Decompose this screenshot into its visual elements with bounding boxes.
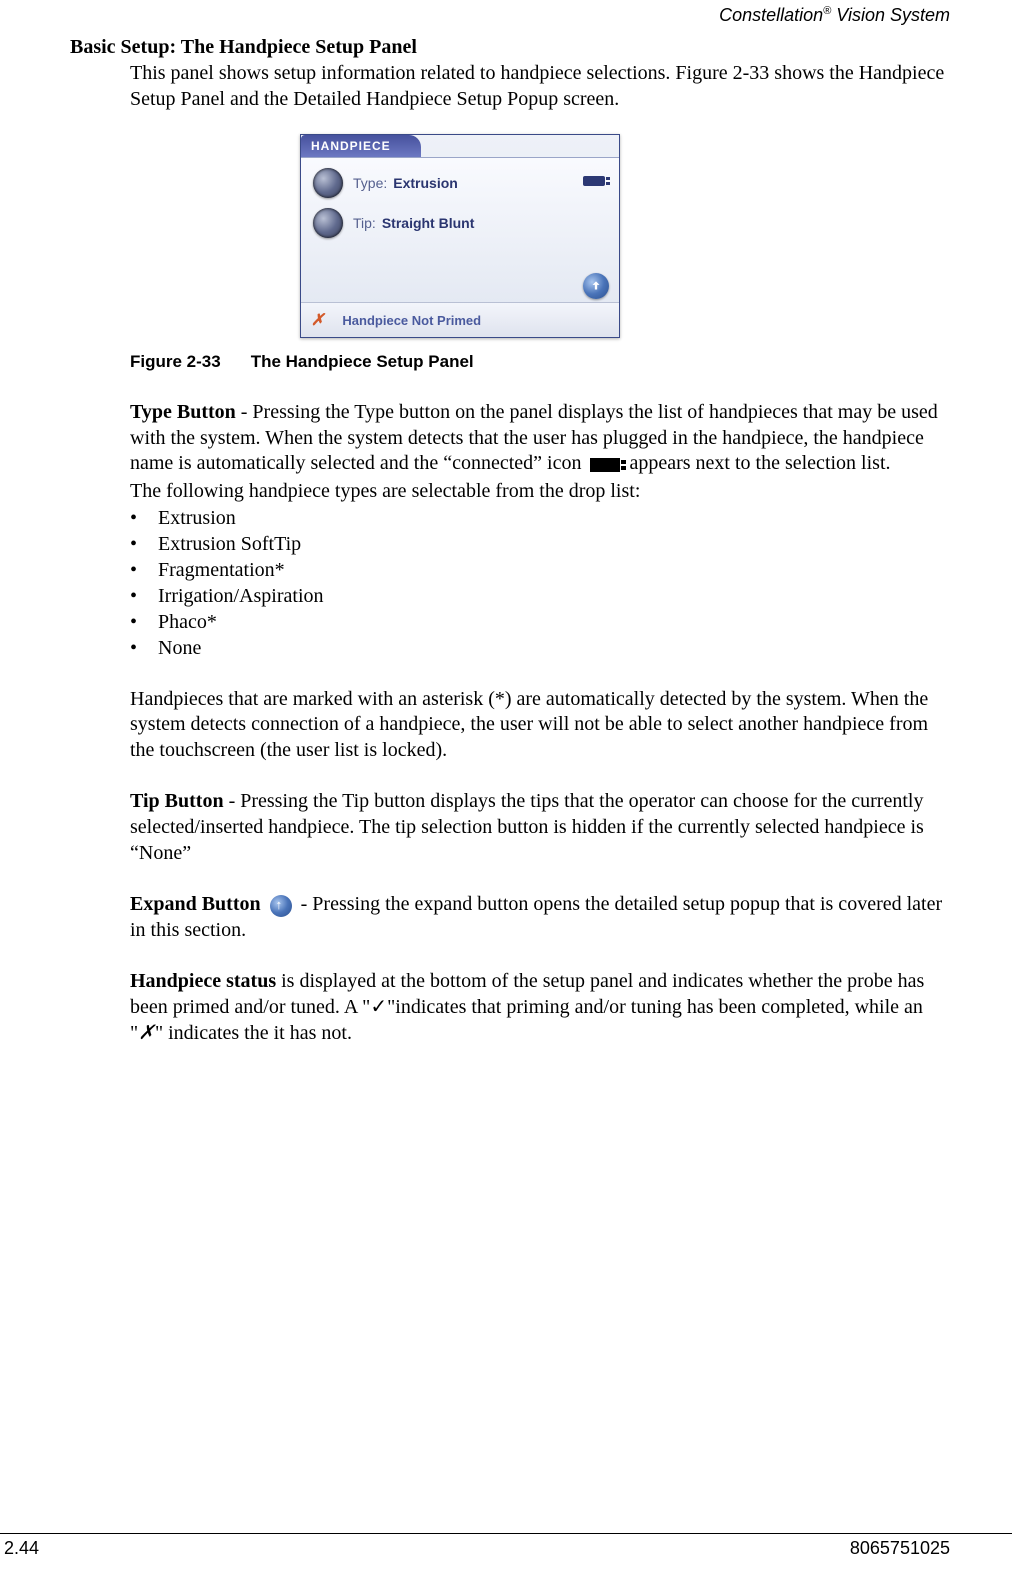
list-item: Extrusion SoftTip xyxy=(130,531,950,557)
page-number: 2.44 xyxy=(4,1538,39,1559)
list-item: Irrigation/Aspiration xyxy=(130,583,950,609)
type-button-lead: Type Button xyxy=(130,401,236,423)
handpiece-panel: HANDPIECE Type: Extrusion Tip: Straight … xyxy=(300,134,620,338)
type-value[interactable]: Extrusion xyxy=(393,175,458,191)
expand-button-paragraph: Expand Button - Pressing the expand butt… xyxy=(130,892,950,943)
status-bar: ✗ Handpiece Not Primed xyxy=(301,302,619,337)
type-button-text-b: appears next to the selection list. xyxy=(624,452,890,474)
list-item: Phaco* xyxy=(130,609,950,635)
status-lead: Handpiece status xyxy=(130,970,276,992)
type-list-intro: The following handpiece types are select… xyxy=(130,479,950,505)
expand-button[interactable] xyxy=(583,273,609,299)
panel-tab: HANDPIECE xyxy=(301,135,421,157)
figure-title: The Handpiece Setup Panel xyxy=(251,352,474,371)
status-text: Handpiece Not Primed xyxy=(342,313,481,328)
figure-caption: Figure 2-33 The Handpiece Setup Panel xyxy=(130,352,950,372)
x-icon: ✗ xyxy=(311,310,324,330)
doc-number: 8065751025 xyxy=(850,1538,950,1559)
page-header: Constellation® Vision System xyxy=(70,5,950,26)
tip-button-paragraph: Tip Button - Pressing the Tip button dis… xyxy=(130,789,950,866)
status-text-c: " indicates the it has not. xyxy=(155,1022,352,1044)
list-item: None xyxy=(130,635,950,661)
list-item: Extrusion xyxy=(130,505,950,531)
expand-inline-icon xyxy=(270,895,292,917)
expand-button-lead: Expand Button xyxy=(130,893,261,915)
tip-label: Tip: xyxy=(353,215,376,231)
type-button-paragraph: Type Button - Pressing the Type button o… xyxy=(130,400,950,477)
tip-button-lead: Tip Button xyxy=(130,790,224,812)
connected-icon xyxy=(583,176,605,186)
tip-dial-icon[interactable] xyxy=(313,208,343,238)
section-title: Basic Setup: The Handpiece Setup Panel xyxy=(70,36,950,59)
tip-button-text: - Pressing the Tip button displays the t… xyxy=(130,790,924,863)
product-name: Constellation xyxy=(719,5,823,25)
handpiece-type-list: Extrusion Extrusion SoftTip Fragmentatio… xyxy=(130,505,950,661)
connected-inline-icon xyxy=(590,458,620,472)
status-paragraph: Handpiece status is displayed at the bot… xyxy=(130,969,950,1046)
asterisk-note: Handpieces that are marked with an aster… xyxy=(130,687,950,764)
check-icon: ✓ xyxy=(370,996,387,1018)
tip-value[interactable]: Straight Blunt xyxy=(382,215,475,231)
arrow-up-icon xyxy=(589,279,603,293)
cross-icon: ✗ xyxy=(138,1022,155,1044)
product-suffix: Vision System xyxy=(831,5,950,25)
figure-number: Figure 2-33 xyxy=(130,352,221,371)
type-label: Type: xyxy=(353,175,387,191)
list-item: Fragmentation* xyxy=(130,557,950,583)
intro-paragraph: This panel shows setup information relat… xyxy=(130,61,950,112)
page-footer: 2.44 8065751025 xyxy=(0,1533,1012,1559)
type-dial-icon[interactable] xyxy=(313,168,343,198)
